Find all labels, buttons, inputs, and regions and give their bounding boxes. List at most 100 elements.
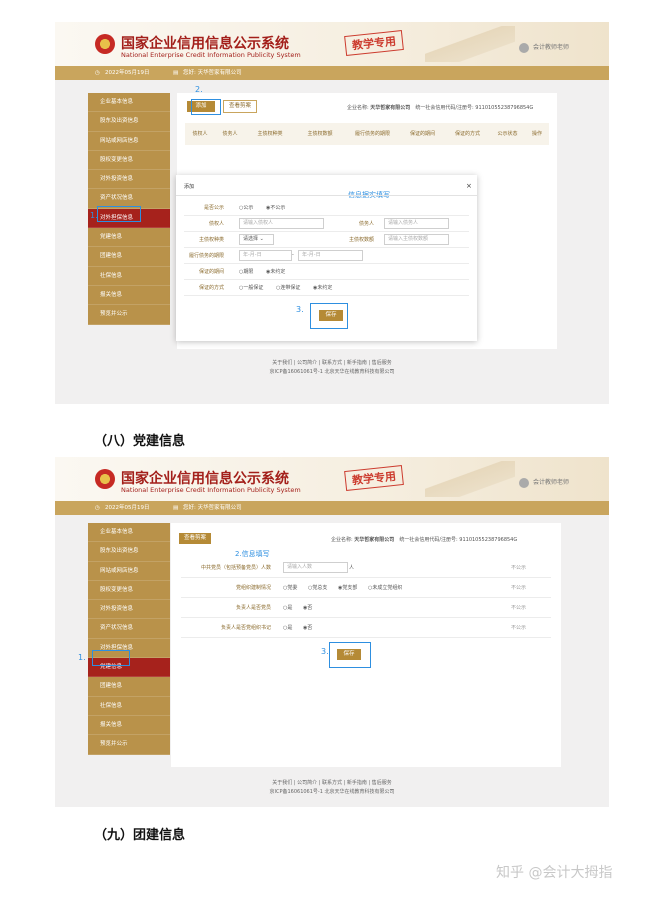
- leader-secretary-status: 不公示: [511, 625, 527, 631]
- method-joint-radio[interactable]: ○连带保证: [276, 284, 300, 291]
- sidebar-item[interactable]: 股权变更信息: [88, 151, 170, 171]
- members-label: 中共党员（包括预备党员）人数: [200, 565, 271, 571]
- step3-label: 3.: [321, 647, 329, 656]
- col-amount: 主债权数额: [307, 131, 333, 137]
- main-panel: 查看剪案 企业名称: 天华哲家有限公司 统一社会信用代码/注册号: 911010…: [171, 523, 561, 767]
- credit-label: 统一社会信用代码/注册号:: [415, 105, 474, 111]
- avatar-icon: [518, 477, 529, 488]
- org-radio-general-branch[interactable]: ○党总支: [308, 584, 327, 591]
- national-emblem-icon: [95, 469, 115, 489]
- sidebar-item[interactable]: 报关信息: [88, 716, 170, 736]
- sidebar-item[interactable]: 社保信息: [88, 267, 170, 286]
- creditor-input[interactable]: 请输入债权人: [239, 218, 324, 229]
- sidebar-item[interactable]: 党建信息: [88, 228, 170, 248]
- leader-member-label: 负责人是否党员: [235, 605, 271, 611]
- date-to-input[interactable]: 年-月-日: [298, 250, 363, 261]
- footer-links[interactable]: 关于我们 | 公司简介 | 联系方式 | 新手指南 | 售后服务: [55, 779, 609, 786]
- org-radio-none[interactable]: ○未成立党组织: [368, 584, 402, 591]
- mountain-decoration: [425, 461, 515, 497]
- public-no-radio[interactable]: ◉不公示: [266, 204, 285, 211]
- term-label: 履行债务的期限: [188, 253, 224, 259]
- company-label: 企业名称:: [347, 105, 369, 111]
- user-menu[interactable]: 会计教师老师: [518, 42, 569, 53]
- user-name: 会计教师老师: [532, 479, 569, 486]
- col-term: 履行债务的期限: [354, 131, 390, 137]
- view-archive-button[interactable]: 查看剪案: [223, 100, 257, 113]
- user-menu[interactable]: 会计教师老师: [518, 477, 569, 488]
- info-bar: ◷ 2022年05月19日 ▤ 您好: 天华哲家有限公司: [55, 66, 609, 80]
- sidebar-item[interactable]: 预览并公示: [88, 305, 170, 325]
- sidebar-item[interactable]: 股权变更信息: [88, 581, 170, 601]
- sidebar-item[interactable]: 企业基本信息: [88, 93, 170, 113]
- col-creditor: 债权人: [192, 131, 208, 137]
- period-label: 保证的期间: [198, 269, 224, 275]
- date-text: 2022年05月19日: [105, 505, 150, 511]
- close-icon[interactable]: ×: [466, 182, 472, 190]
- leader-member-status: 不公示: [511, 605, 527, 611]
- members-input[interactable]: 请输入人数: [283, 562, 348, 573]
- sidebar-item[interactable]: 预览并公示: [88, 735, 170, 755]
- period-none-radio[interactable]: ◉未约定: [266, 268, 285, 275]
- credit-code: 91101055238796854G: [459, 537, 518, 543]
- sidebar-item[interactable]: 股东及出资信息: [88, 542, 170, 562]
- form-row-leader-secretary: 负责人是否党组织书记 ○是 ◉否 不公示: [181, 617, 551, 638]
- sidebar: 企业基本信息 股东及出资信息 网站或网店信息 股权变更信息 对外投资信息 资产状…: [88, 523, 170, 755]
- method-none-radio[interactable]: ◉未约定: [313, 284, 332, 291]
- public-yes-radio[interactable]: ○公示: [239, 204, 253, 211]
- site-title: 国家企业信用信息公示系统: [121, 471, 289, 487]
- leader-secretary-no[interactable]: ◉否: [303, 624, 312, 631]
- sidebar-item[interactable]: 企业基本信息: [88, 523, 170, 543]
- sidebar-item[interactable]: 对外投资信息: [88, 170, 170, 190]
- debtor-input[interactable]: 请输入债务人: [384, 218, 449, 229]
- step1-label: 1.: [78, 653, 86, 662]
- form-row-period: 保证的期间 ○期限 ◉未约定: [184, 263, 469, 280]
- heading-youth-league: （九）团建信息: [94, 828, 186, 843]
- screenshot-party-info: 国家企业信用信息公示系统 National Enterprise Credit …: [55, 457, 609, 807]
- form-row-method: 保证的方式 ○一般保证 ○连带保证 ◉未约定: [184, 279, 469, 296]
- footer-icp: 京ICP备16061061号-1 北京天华在线教育科技有限公司: [269, 369, 395, 375]
- user-name: 会计教师老师: [532, 44, 569, 51]
- amount-input[interactable]: 请输入主债权数额: [384, 234, 449, 245]
- sidebar-item[interactable]: 报关信息: [88, 286, 170, 306]
- col-action: 操作: [531, 131, 542, 137]
- date-separator: -: [292, 252, 294, 258]
- sidebar-item[interactable]: 网站或网店信息: [88, 562, 170, 581]
- company-name: 天华哲家有限公司: [370, 105, 411, 111]
- footer-links[interactable]: 关于我们 | 公司简介 | 联系方式 | 新手指南 | 售后服务: [55, 359, 609, 366]
- date-from-input[interactable]: 年-月-日: [239, 250, 292, 261]
- modal-title: 添加: [184, 184, 195, 190]
- leader-member-no[interactable]: ◉否: [303, 604, 312, 611]
- sidebar-item[interactable]: 资产状况信息: [88, 619, 170, 639]
- period-term-radio[interactable]: ○期限: [239, 268, 253, 275]
- notice-icon: ▤: [173, 70, 179, 76]
- sidebar-item[interactable]: 社保信息: [88, 697, 170, 716]
- sidebar-item[interactable]: 团建信息: [88, 247, 170, 267]
- step3-label: 3.: [296, 305, 304, 314]
- col-method: 保证的方式: [454, 131, 480, 137]
- step3-highlight: [329, 642, 371, 668]
- teaching-stamp: 教学专用: [344, 30, 404, 56]
- leader-secretary-label: 负责人是否党组织书记: [220, 625, 271, 631]
- col-debtor: 债务人: [222, 131, 238, 137]
- site-title: 国家企业信用信息公示系统: [121, 36, 289, 52]
- method-general-radio[interactable]: ○一般保证: [239, 284, 263, 291]
- info-bar: ◷ 2022年05月19日 ▤ 您好: 天华哲家有限公司: [55, 501, 609, 515]
- org-radio-branch[interactable]: ◉党支部: [338, 584, 357, 591]
- avatar-icon: [518, 42, 529, 53]
- public-label: 是否公示: [203, 205, 224, 211]
- step2-label: 2.: [195, 85, 203, 94]
- sidebar-item[interactable]: 股东及出资信息: [88, 112, 170, 132]
- company-info: 企业名称: 天华哲家有限公司 统一社会信用代码/注册号: 91101055238…: [347, 104, 533, 111]
- view-archive-button[interactable]: 查看剪案: [179, 533, 211, 544]
- org-radio-committee[interactable]: ○党委: [283, 584, 297, 591]
- leader-member-yes[interactable]: ○是: [283, 604, 292, 611]
- sidebar-item[interactable]: 网站或网店信息: [88, 132, 170, 151]
- sidebar-item[interactable]: 团建信息: [88, 677, 170, 697]
- clock-icon: ◷: [95, 505, 100, 511]
- debtor-label: 债务人: [358, 221, 374, 227]
- step1-highlight: [92, 650, 130, 666]
- leader-secretary-yes[interactable]: ○是: [283, 624, 292, 631]
- screenshot-guarantee-info: 国家企业信用信息公示系统 National Enterprise Credit …: [55, 22, 609, 404]
- kind-select[interactable]: 请选择 ⌄: [239, 234, 274, 245]
- sidebar-item[interactable]: 对外投资信息: [88, 600, 170, 620]
